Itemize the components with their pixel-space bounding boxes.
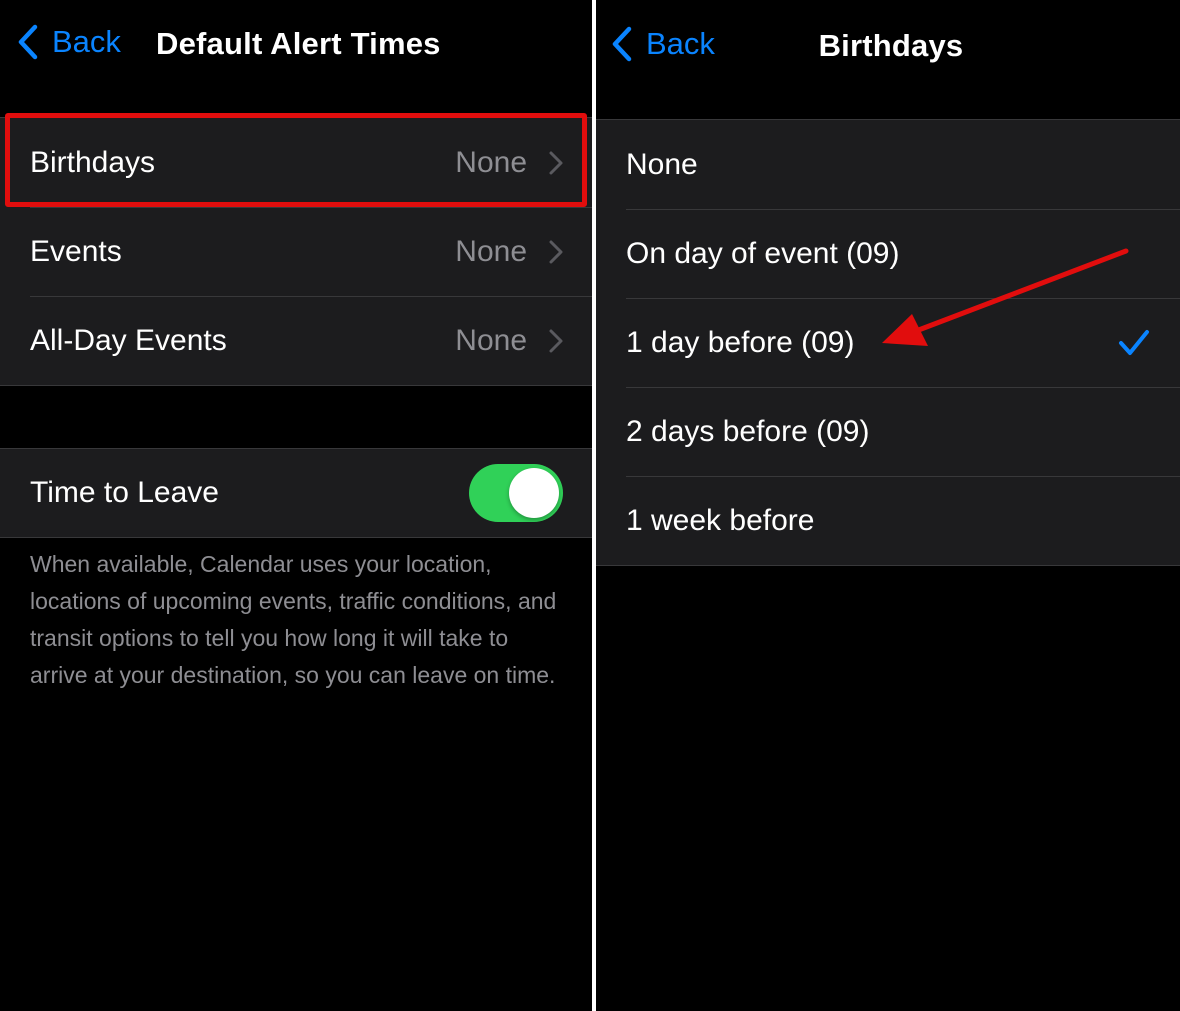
option-label: 2 days before (09) [626, 414, 870, 448]
list-item-all-day-events[interactable]: All-Day Events None [0, 296, 592, 385]
row-value: None [455, 145, 527, 179]
time-to-leave-toggle[interactable] [469, 464, 563, 522]
alert-times-list: Birthdays None Events None All-Day Event… [0, 117, 592, 386]
option-1-week-before[interactable]: 1 week before [596, 476, 1180, 565]
time-to-leave-footer: When available, Calendar uses your locat… [30, 551, 557, 688]
list-item-birthdays[interactable]: Birthdays None [0, 118, 592, 207]
checkmark-icon [1118, 329, 1150, 357]
row-value: None [455, 234, 527, 268]
option-1-day-before[interactable]: 1 day before (09) [596, 298, 1180, 387]
back-button[interactable]: Back [14, 22, 121, 62]
list-item-events[interactable]: Events None [0, 207, 592, 296]
navigation-bar: Back Birthdays [596, 0, 1180, 90]
option-label: None [626, 147, 698, 181]
back-label: Back [52, 24, 121, 59]
row-label: Time to Leave [30, 476, 219, 509]
chevron-right-icon [548, 150, 564, 176]
birthdays-alert-screen: Back Birthdays None On day of event (09)… [596, 0, 1180, 1011]
option-label: 1 week before [626, 503, 815, 537]
option-label: On day of event (09) [626, 236, 900, 270]
row-label: All-Day Events [30, 323, 227, 357]
option-none[interactable]: None [596, 120, 1180, 209]
navigation-bar: Back Default Alert Times [0, 0, 592, 90]
time-to-leave-group: Time to Leave [0, 448, 592, 538]
row-label: Events [30, 234, 122, 268]
birthday-options-list: None On day of event (09) 1 day before (… [596, 119, 1180, 566]
row-value: None [455, 323, 527, 357]
chevron-right-icon [548, 328, 564, 354]
time-to-leave-row: Time to Leave [0, 449, 592, 537]
row-label: Birthdays [30, 145, 156, 179]
page-title: Birthdays [818, 28, 964, 63]
default-alert-times-screen: Back Default Alert Times Birthdays None … [0, 0, 592, 1011]
option-label: 1 day before (09) [626, 325, 855, 359]
option-on-day-of-event[interactable]: On day of event (09) [596, 209, 1180, 298]
toggle-knob [509, 468, 559, 518]
page-title: Default Alert Times [156, 26, 441, 61]
chevron-right-icon [548, 239, 564, 265]
option-2-days-before[interactable]: 2 days before (09) [596, 387, 1180, 476]
chevron-left-icon [14, 22, 44, 62]
